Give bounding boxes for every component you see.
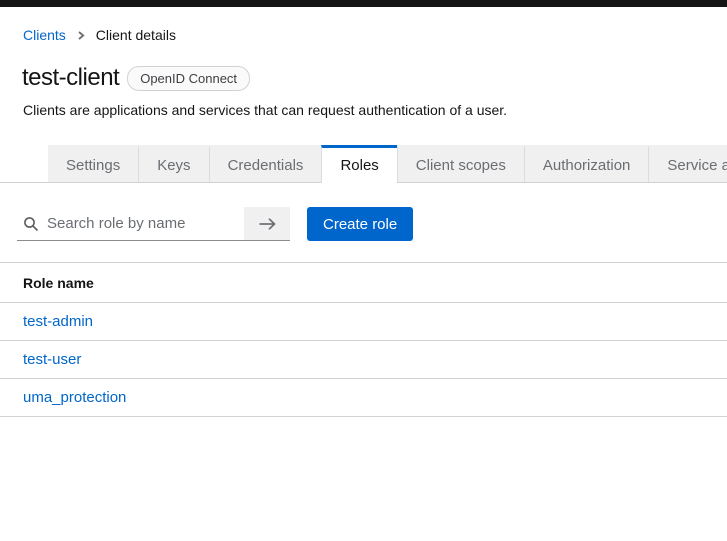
role-link-test-admin[interactable]: test-admin xyxy=(23,313,93,330)
tab-client-scopes[interactable]: Client scopes xyxy=(397,145,524,182)
breadcrumb: Clients Client details xyxy=(23,26,727,43)
table-body: test-admin test-user uma_protection xyxy=(0,303,727,417)
protocol-badge: OpenID Connect xyxy=(127,66,250,91)
role-link-uma_protection[interactable]: uma_protection xyxy=(23,389,126,406)
roles-table: Role name test-admin test-user uma_protect… xyxy=(0,262,727,417)
page-description: Clients are applications and services th… xyxy=(23,102,727,119)
search-group xyxy=(17,207,290,241)
tab-service-account-roles[interactable]: Service account roles xyxy=(648,145,727,182)
tab-settings[interactable]: Settings xyxy=(48,145,138,182)
search-input[interactable] xyxy=(47,215,227,232)
masthead-edge xyxy=(0,0,727,7)
roles-toolbar: Create role xyxy=(17,207,727,241)
column-header-role-name: Role name xyxy=(0,263,727,303)
search-icon xyxy=(23,216,39,232)
page-header: test-client OpenID Connect xyxy=(22,63,727,93)
tab-credentials[interactable]: Credentials xyxy=(209,145,322,182)
role-link-test-user[interactable]: test-user xyxy=(23,351,81,368)
create-role-button[interactable]: Create role xyxy=(307,207,413,241)
table-row: test-admin xyxy=(0,303,727,341)
tab-roles[interactable]: Roles xyxy=(321,145,396,183)
chevron-right-icon xyxy=(76,30,86,41)
table-row: uma_protection xyxy=(0,379,727,417)
arrow-right-icon xyxy=(258,217,277,231)
breadcrumb-link-clients[interactable]: Clients xyxy=(23,27,66,43)
tab-authorization[interactable]: Authorization xyxy=(524,145,649,182)
breadcrumb-current: Client details xyxy=(96,27,176,43)
search-submit-button[interactable] xyxy=(244,207,290,241)
tab-keys[interactable]: Keys xyxy=(138,145,208,182)
page-title: test-client xyxy=(22,63,119,93)
table-row: test-user xyxy=(0,341,727,379)
search-field xyxy=(17,207,244,241)
tab-bar: SettingsKeysCredentialsRolesClient scope… xyxy=(0,145,727,183)
